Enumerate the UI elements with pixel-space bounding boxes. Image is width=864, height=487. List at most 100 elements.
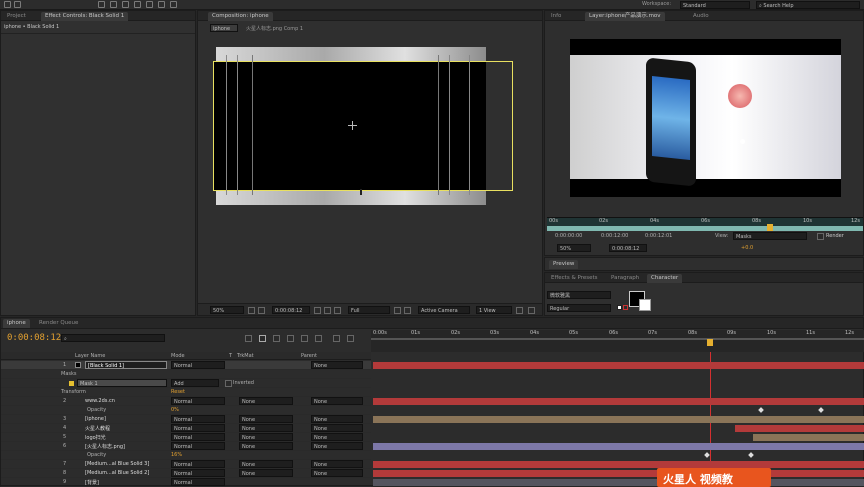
- region-of-interest-icon[interactable]: [394, 307, 401, 314]
- layer-timecode[interactable]: 0:00:08:12: [609, 244, 647, 252]
- tab-timeline-iphone[interactable]: iphone: [3, 319, 30, 328]
- tab-character[interactable]: Character: [647, 274, 683, 283]
- layer-duration-bar[interactable]: [373, 461, 864, 468]
- hide-shy-layers-icon[interactable]: [287, 335, 294, 342]
- trkmat-dropdown[interactable]: None: [239, 442, 293, 450]
- layer-zoom-dropdown[interactable]: 50%: [557, 244, 591, 252]
- mode-dropdown[interactable]: Normal: [171, 442, 225, 450]
- keyframe-icon[interactable]: [704, 452, 710, 458]
- trkmat-dropdown[interactable]: None: [239, 415, 293, 423]
- tab-effect-controls[interactable]: Effect Controls: Black Solid 1: [41, 12, 129, 21]
- motion-blur-icon[interactable]: [315, 335, 322, 342]
- layer-name[interactable]: [iphone]: [85, 416, 106, 422]
- reset-exposure-icon[interactable]: [528, 307, 535, 314]
- mode-dropdown[interactable]: Normal: [171, 424, 225, 432]
- table-row[interactable]: 8 [Medium...al Blue Solid 2] Normal None…: [1, 469, 371, 478]
- eraser-tool-icon[interactable]: [158, 1, 165, 8]
- trkmat-dropdown[interactable]: None: [239, 397, 293, 405]
- table-row[interactable]: Masks: [1, 370, 371, 379]
- col-t[interactable]: T: [229, 353, 232, 359]
- comp-zoom-dropdown[interactable]: 50%: [210, 306, 244, 314]
- layer-name[interactable]: [Medium...al Blue Solid 3]: [85, 461, 149, 467]
- puppet-tool-icon[interactable]: [170, 1, 177, 8]
- layer-duration-bar[interactable]: [735, 425, 864, 432]
- reset-link[interactable]: Reset: [171, 389, 185, 395]
- table-row[interactable]: 2 www.2ds.cn Normal None None: [1, 397, 371, 406]
- grid-icon[interactable]: [248, 307, 255, 314]
- render-checkbox[interactable]: [817, 233, 824, 240]
- timeline-ruler[interactable]: 0:00s 01s 02s 03s 04s 05s 06s 07s 08s 09…: [371, 330, 864, 352]
- white-swatch[interactable]: [617, 305, 622, 310]
- table-row[interactable]: 4 火星人教程 Normal None None: [1, 424, 371, 433]
- transparency-grid-icon[interactable]: [404, 307, 411, 314]
- color-channel-icon[interactable]: [334, 307, 341, 314]
- tab-layer[interactable]: Layer:iphone产品演示.mov: [585, 12, 665, 21]
- table-row[interactable]: 6 [火星人标志.png] Normal None None: [1, 442, 371, 451]
- trkmat-dropdown[interactable]: None: [239, 460, 293, 468]
- show-snapshot-icon[interactable]: [324, 307, 331, 314]
- no-color-swatch[interactable]: [623, 305, 628, 310]
- table-row[interactable]: Opacity 16%: [1, 451, 371, 460]
- hand-tool-icon[interactable]: [4, 1, 11, 8]
- layer-in-timecode[interactable]: 0:00:00:00: [555, 233, 582, 239]
- tab-render-queue[interactable]: Render Queue: [35, 319, 82, 328]
- timeline-current-time[interactable]: 0:00:08:12: [7, 333, 61, 343]
- keyframe-icon[interactable]: [748, 452, 754, 458]
- clone-tool-icon[interactable]: [146, 1, 153, 8]
- tab-effects-presets[interactable]: Effects & Presets: [547, 274, 602, 283]
- mode-dropdown[interactable]: Normal: [171, 469, 225, 477]
- layer-duration-bar[interactable]: [373, 470, 864, 477]
- table-row[interactable]: Mask 1 Add Inverted: [1, 379, 371, 388]
- stroke-color-swatch[interactable]: [639, 299, 651, 311]
- mode-dropdown[interactable]: Normal: [171, 361, 225, 369]
- layer-name[interactable]: 火星人教程: [85, 425, 110, 432]
- camera-dropdown[interactable]: Active Camera: [418, 306, 470, 314]
- layer-duration-bar[interactable]: [373, 416, 864, 423]
- workspace-dropdown[interactable]: Standard: [680, 1, 750, 9]
- layer-duration-bar[interactable]: [547, 226, 863, 231]
- parent-dropdown[interactable]: None: [311, 460, 363, 468]
- layer-view-dropdown[interactable]: Masks: [733, 232, 807, 240]
- draft-3d-icon[interactable]: [273, 335, 280, 342]
- timeline-search-input[interactable]: ⌕: [61, 334, 165, 342]
- current-time-indicator-icon[interactable]: [707, 339, 713, 346]
- property-value[interactable]: 16%: [171, 452, 182, 458]
- layer-duration-bar[interactable]: [373, 398, 864, 405]
- keyframe-icon[interactable]: [758, 407, 764, 413]
- tab-info[interactable]: Info: [547, 12, 565, 21]
- table-row[interactable]: 5 logo扫光 Normal None None: [1, 433, 371, 442]
- tab-paragraph[interactable]: Paragraph: [607, 274, 643, 283]
- mode-dropdown[interactable]: Normal: [171, 460, 225, 468]
- breadcrumb-logo-comp[interactable]: 火星人标志.png Comp 1: [246, 25, 303, 32]
- mode-dropdown[interactable]: Normal: [171, 478, 225, 486]
- mask-mode-dropdown[interactable]: Add: [171, 379, 219, 387]
- trkmat-dropdown[interactable]: None: [239, 424, 293, 432]
- layer-name[interactable]: [火星人标志.png]: [85, 443, 125, 450]
- table-row[interactable]: Opacity 0%: [1, 406, 371, 415]
- parent-dropdown[interactable]: None: [311, 469, 363, 477]
- trkmat-dropdown[interactable]: None: [239, 433, 293, 441]
- rectangle-tool-icon[interactable]: [98, 1, 105, 8]
- table-row[interactable]: Transform Reset: [1, 388, 371, 397]
- col-mode[interactable]: Mode: [171, 353, 185, 359]
- layer-duration-bar[interactable]: [373, 443, 864, 450]
- layer-duration-bar[interactable]: [373, 362, 864, 369]
- eyedropper-icon[interactable]: [619, 291, 627, 299]
- frame-blending-icon[interactable]: [301, 335, 308, 342]
- layer-name[interactable]: logo扫光: [85, 434, 106, 441]
- tab-preview[interactable]: Preview: [549, 260, 579, 269]
- font-style-dropdown[interactable]: Regular: [547, 304, 611, 312]
- search-help-input[interactable]: ⌕ Search Help: [756, 1, 860, 9]
- col-layer-name[interactable]: Layer Name: [75, 353, 105, 359]
- col-trkmat[interactable]: TrkMat: [237, 353, 254, 359]
- layer-duration-bar[interactable]: [373, 479, 864, 486]
- breadcrumb-iphone[interactable]: iphone: [210, 24, 238, 32]
- layer-name[interactable]: [背景]: [85, 479, 99, 486]
- layer-time-ruler[interactable]: 00s 02s 04s 06s 08s 10s 12s: [547, 217, 863, 231]
- layer-name[interactable]: [Medium...al Blue Solid 2]: [85, 470, 149, 476]
- col-parent[interactable]: Parent: [301, 353, 317, 359]
- parent-dropdown[interactable]: None: [311, 397, 363, 405]
- parent-dropdown[interactable]: None: [311, 361, 363, 369]
- work-area-bar[interactable]: [371, 338, 864, 340]
- brainstorm-icon[interactable]: [333, 335, 340, 342]
